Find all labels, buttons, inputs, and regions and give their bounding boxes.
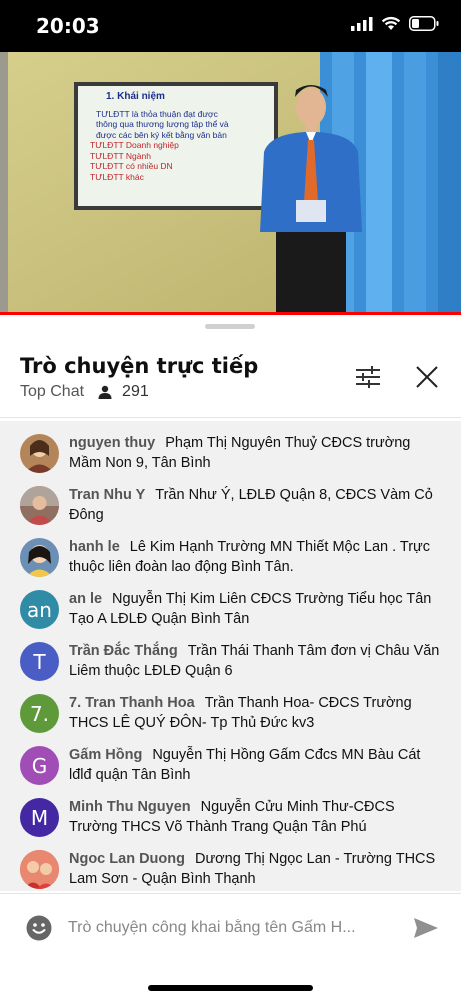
slide-line: được các bên ký kết bằng văn bản xyxy=(96,129,227,140)
status-time: 20:03 xyxy=(36,14,100,38)
slide-line: TƯLĐTT khác xyxy=(90,171,144,182)
signal-icon xyxy=(351,16,373,31)
chat-subheader: Top Chat 291 xyxy=(20,383,149,401)
avatar[interactable]: G xyxy=(20,746,59,785)
message-body: an le Nguyễn Thị Kim Liên CĐCS Trường Tiể… xyxy=(69,589,445,629)
avatar[interactable]: 7. xyxy=(20,694,59,733)
message-body: Minh Thu Nguyen Nguyễn Cửu Minh Thư-CĐCS … xyxy=(69,797,445,837)
slide-line: TƯLĐTT Ngành xyxy=(90,150,151,161)
avatar[interactable]: an xyxy=(20,590,59,629)
chat-message[interactable]: G Gấm Hồng Nguyễn Thị Hồng Gấm Cđcs MN Bà… xyxy=(0,741,461,793)
chat-composer xyxy=(0,893,461,959)
send-icon[interactable] xyxy=(412,914,440,942)
chat-message[interactable]: hanh le Lê Kim Hạnh Trường MN Thiết Mộc L… xyxy=(0,533,461,585)
chat-message[interactable]: Tran Nhu Y Trần Như Ý, LĐLĐ Quận 8, CĐCS … xyxy=(0,481,461,533)
message-author[interactable]: an le xyxy=(69,591,102,607)
drag-handle[interactable] xyxy=(205,324,255,329)
message-body: Tran Nhu Y Trần Như Ý, LĐLĐ Quận 8, CĐCS … xyxy=(69,485,445,525)
avatar[interactable]: M xyxy=(20,798,59,837)
slide-line: TƯLĐTT là thỏa thuận đạt được xyxy=(96,108,218,119)
slide-title: 1. Khái niệm xyxy=(106,91,165,102)
message-author[interactable]: hanh le xyxy=(69,539,120,555)
live-chat-panel: Trò chuyện trực tiếp Top Chat 291 nguyen… xyxy=(0,315,461,1000)
battery-icon xyxy=(409,16,439,31)
chat-message[interactable]: T Trần Đắc Thắng Trần Thái Thanh Tâm đơn … xyxy=(0,637,461,689)
header-divider xyxy=(0,417,461,418)
status-bar: 20:03 xyxy=(0,0,461,52)
video-player[interactable]: 1. Khái niệm TƯLĐTT là thỏa thuận đạt đư… xyxy=(0,52,461,312)
chat-filter-button[interactable] xyxy=(353,362,383,392)
message-body: nguyen thuy Phạm Thị Nguyên Thuỷ CĐCS trư… xyxy=(69,433,445,473)
chat-message[interactable]: an an le Nguyễn Thị Kim Liên CĐCS Trường … xyxy=(0,585,461,637)
wifi-icon xyxy=(381,16,401,30)
message-text: Nguyễn Thị Kim Liên CĐCS Trường Tiểu học… xyxy=(69,591,432,627)
message-author[interactable]: nguyen thuy xyxy=(69,435,155,451)
slide-line: TƯLĐTT có nhiều DN xyxy=(90,161,173,171)
message-author[interactable]: Tran Nhu Y xyxy=(69,487,145,503)
message-body: 7. Tran Thanh Hoa Trần Thanh Hoa- CĐCS Tr… xyxy=(69,693,445,733)
message-body: Trần Đắc Thắng Trần Thái Thanh Tâm đơn vị… xyxy=(69,641,445,681)
avatar[interactable] xyxy=(20,486,59,525)
emoji-icon[interactable] xyxy=(26,915,52,941)
status-icons xyxy=(351,16,439,31)
chat-mode-selector[interactable]: Top Chat xyxy=(20,383,84,401)
slide-line: thông qua thương lượng tập thể và xyxy=(96,119,229,129)
message-body: hanh le Lê Kim Hạnh Trường MN Thiết Mộc L… xyxy=(69,537,445,577)
viewer-count: 291 xyxy=(98,383,149,401)
message-author[interactable]: Gấm Hồng xyxy=(69,747,142,763)
slide-line: TƯLĐTT Doanh nghiệp xyxy=(90,140,179,150)
message-author[interactable]: Ngoc Lan Duong xyxy=(69,851,185,867)
message-author[interactable]: Trần Đắc Thắng xyxy=(69,643,178,659)
chat-input[interactable] xyxy=(68,915,388,941)
avatar[interactable] xyxy=(20,538,59,577)
chat-close-button[interactable] xyxy=(412,362,442,392)
chat-message[interactable]: M Minh Thu Nguyen Nguyễn Cửu Minh Thư-CĐC… xyxy=(0,793,461,845)
chat-message-list[interactable]: nguyen thuy Phạm Thị Nguyên Thuỷ CĐCS trư… xyxy=(0,421,461,891)
message-body: Ngoc Lan Duong Dương Thị Ngọc Lan - Trườn… xyxy=(69,849,445,889)
avatar[interactable] xyxy=(20,434,59,473)
avatar[interactable]: T xyxy=(20,642,59,681)
sliders-icon xyxy=(356,366,380,388)
home-indicator[interactable] xyxy=(148,985,313,991)
message-body: Gấm Hồng Nguyễn Thị Hồng Gấm Cđcs MN Bàu … xyxy=(69,745,445,785)
chat-title: Trò chuyện trực tiếp xyxy=(20,354,259,378)
message-author[interactable]: Minh Thu Nguyen xyxy=(69,799,191,815)
avatar[interactable] xyxy=(20,850,59,889)
message-text: Lê Kim Hạnh Trường MN Thiết Mộc Lan . Tr… xyxy=(69,539,430,575)
slide-content: 1. Khái niệm TƯLĐTT là thỏa thuận đạt đư… xyxy=(84,91,270,204)
close-icon xyxy=(416,366,438,388)
chat-message[interactable]: Ngoc Lan Duong Dương Thị Ngọc Lan - Trườn… xyxy=(0,845,461,891)
person-icon xyxy=(98,385,112,399)
chat-message[interactable]: nguyen thuy Phạm Thị Nguyên Thuỷ CĐCS trư… xyxy=(0,429,461,481)
message-author[interactable]: 7. Tran Thanh Hoa xyxy=(69,695,195,711)
viewer-count-value: 291 xyxy=(122,383,149,400)
chat-message[interactable]: 7. 7. Tran Thanh Hoa Trần Thanh Hoa- CĐCS… xyxy=(0,689,461,741)
